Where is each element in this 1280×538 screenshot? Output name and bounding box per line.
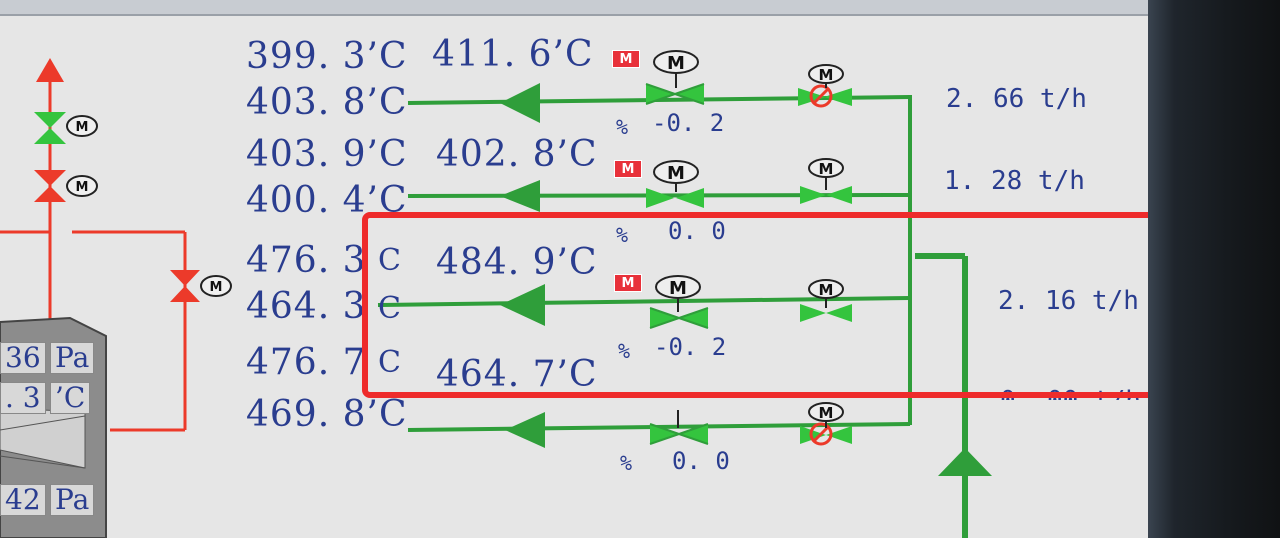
pressure-value-2: 42 (0, 484, 46, 516)
pressure-unit-1: Pa (50, 342, 95, 374)
temp-value-partial: . 3 (0, 382, 46, 414)
svg-text:M: M (76, 180, 89, 195)
control-valve-2[interactable]: M (646, 160, 704, 208)
flow-rate-2: 1. 28 t/h (944, 166, 1085, 196)
scada-screen: M M M M M M M M M M 36 Pa . 3 ’C 42 Pa 3… (0, 0, 1148, 538)
valve-position-4: 0. 0 (672, 447, 730, 475)
manual-mode-tag-1[interactable]: M (612, 50, 640, 68)
up-arrow-icon (36, 58, 64, 82)
pressure-unit-2: Pa (50, 484, 95, 516)
control-valve-4[interactable] (649, 410, 709, 445)
monitor-bezel (1148, 0, 1280, 538)
temp-mid-2: 402. 8’C (436, 134, 598, 175)
temp-mid-1: 411. 6’C (432, 34, 594, 75)
shutoff-valve-2[interactable]: M (800, 158, 852, 204)
temp-unit: ’C (50, 382, 91, 414)
left-valve-2[interactable]: M (34, 170, 98, 202)
left-valve-1[interactable]: M (34, 112, 98, 144)
temp-line2-a: 403. 9’C (246, 134, 408, 175)
temp-line1-a: 399. 3’C (246, 36, 408, 77)
svg-text:M: M (667, 53, 685, 74)
svg-text:M: M (819, 160, 834, 178)
temp-line3-b: 464. 3 (246, 286, 367, 327)
svg-text:M: M (76, 120, 89, 135)
temp-line1-b: 403. 8’C (246, 82, 408, 123)
manual-mode-tag-2[interactable]: M (614, 160, 642, 178)
svg-text:M: M (667, 163, 685, 184)
valve-pct-label-1: % (616, 115, 629, 139)
left-valve-3[interactable]: M (170, 270, 232, 302)
svg-text:M: M (210, 280, 223, 295)
flow-rate-1: 2. 66 t/h (946, 84, 1087, 114)
control-valve-1[interactable]: M (645, 50, 705, 105)
svg-text:M: M (819, 66, 834, 84)
temp-line4-a: 476. 7 (246, 342, 367, 383)
valve-pct-label-4: % (620, 451, 633, 475)
valve-position-1: -0. 2 (652, 109, 725, 137)
pressure-value-1: 36 (0, 342, 46, 374)
svg-text:M: M (819, 404, 834, 422)
temp-line3-a: 476. 3 (246, 240, 367, 281)
highlight-box (362, 212, 1148, 398)
up-arrow-icon (938, 448, 992, 476)
temp-line4-b: 469. 8’C (246, 394, 408, 435)
